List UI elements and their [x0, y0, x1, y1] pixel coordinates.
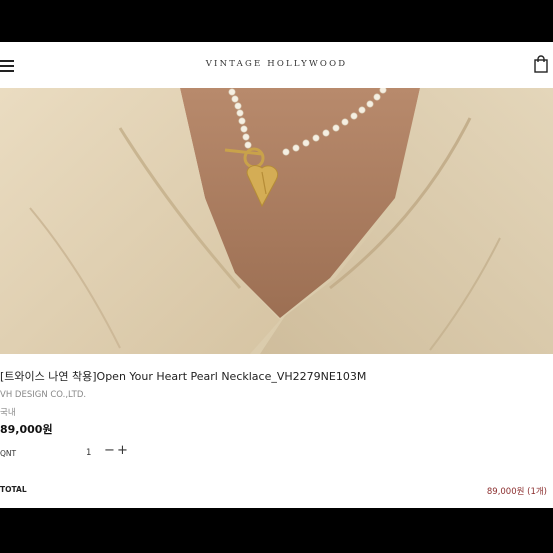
product-page: VINTAGE HOLLYWOOD [트와이스 나연 착용]Open Your … — [0, 42, 553, 508]
product-brand: VH DESIGN CO.,LTD. — [0, 390, 87, 400]
product-price: 89,000원 — [0, 423, 53, 436]
product-info: [트와이스 나연 착용]Open Your Heart Pearl Neckla… — [0, 354, 553, 508]
product-hero-image — [0, 88, 553, 354]
quantity-label: QNT — [0, 449, 17, 458]
site-header: VINTAGE HOLLYWOOD — [0, 42, 553, 88]
product-title: [트와이스 나연 착용]Open Your Heart Pearl Neckla… — [0, 370, 367, 383]
decrease-quantity-button[interactable]: − — [104, 443, 115, 458]
increase-quantity-button[interactable]: + — [117, 443, 128, 458]
brand-logo[interactable]: VINTAGE HOLLYWOOD — [0, 59, 553, 69]
quantity-value[interactable]: 1 — [86, 448, 91, 458]
product-origin: 국내 — [0, 408, 16, 418]
shopping-bag-icon[interactable] — [533, 55, 549, 73]
total-value: 89,000원 (1개) — [486, 487, 547, 497]
total-label: TOTAL — [0, 485, 27, 494]
